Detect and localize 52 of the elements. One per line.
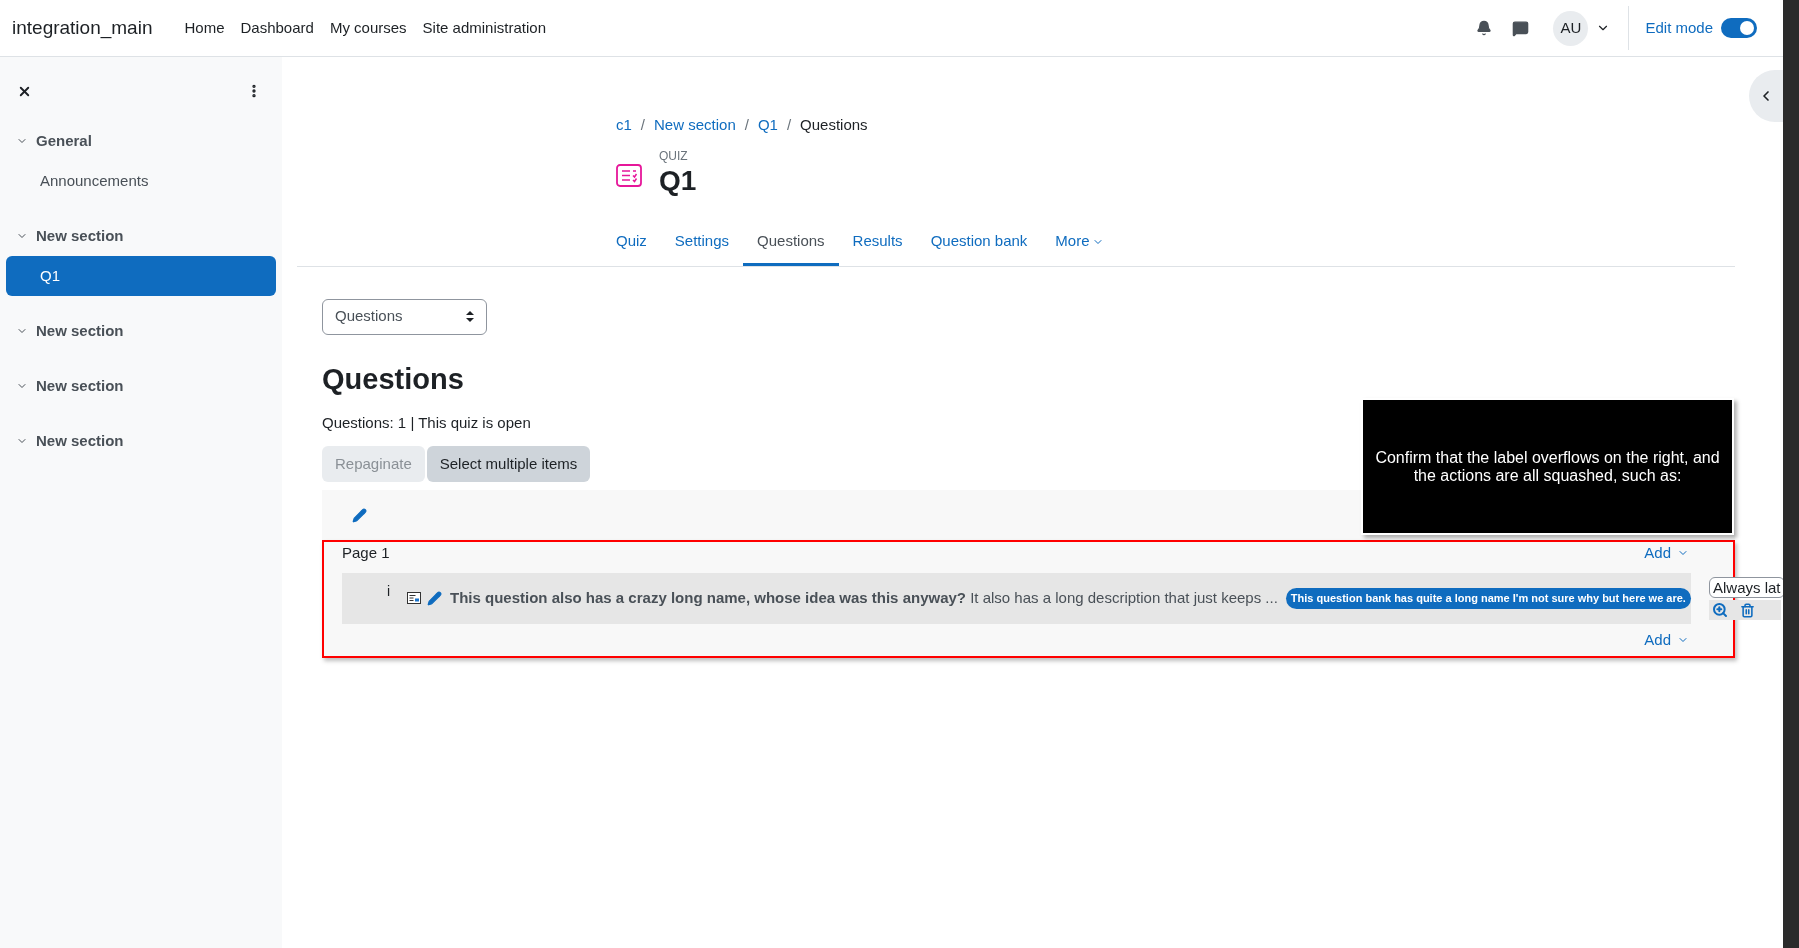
nav-tab[interactable]: Question bank [916,220,1042,266]
nav-tab[interactable]: More [1041,220,1118,266]
drawer-toggle[interactable] [1749,70,1783,122]
nav-link[interactable]: Site administration [422,16,546,40]
page-label: Page 1 [342,542,390,563]
preview-zoom-icon[interactable] [1712,602,1728,618]
annotation-note: Confirm that the label overflows on the right, and the actions are all squashed, such as: [1361,398,1734,535]
question-type-icon [407,592,421,605]
activity-type-label: QUIZ [659,147,689,165]
user-avatar[interactable]: AU [1553,10,1589,46]
nav-link[interactable]: My courses [329,16,407,40]
question-bank-badge: This question bank has quite a long name I'm not sure why but here we are. [1285,588,1691,609]
nav-link[interactable]: Dashboard [240,16,314,40]
breadcrumb-separator: / [640,115,645,135]
activity-link[interactable]: Q1 [6,256,276,296]
site-name[interactable]: integration_main [12,13,153,43]
edit-pencil-icon[interactable] [352,507,367,523]
notification-bell-icon[interactable] [1476,20,1493,36]
activity-link[interactable]: Announcements [6,161,276,201]
edit-pencil-icon[interactable] [427,590,442,606]
view-select[interactable]: Questions [322,298,487,335]
nav-link[interactable]: Home [184,16,225,40]
breadcrumb-item[interactable]: Q1 [757,114,778,137]
breadcrumb-item[interactable]: New section [654,114,736,137]
breadcrumb-separator: / [786,115,792,135]
edit-mode-toggle[interactable] [1721,18,1757,38]
breadcrumb-separator: / [744,115,749,135]
section-title[interactable]: New section [36,429,124,453]
nav-tab[interactable]: Results [838,220,917,266]
page-heading: Questions [322,361,465,397]
message-icon[interactable] [1512,19,1530,37]
quiz-icon [616,164,642,187]
nav-tab[interactable]: Questions [743,220,839,266]
action-button[interactable]: Select multiple items [426,446,591,482]
nav-tab[interactable]: Quiz [602,220,661,266]
add-menu-link[interactable]: Add [1644,541,1689,565]
breadcrumb-item: Questions [800,115,868,135]
section-title[interactable]: New section [36,319,124,343]
quiz-status-text: Questions: 1 | This quiz is open [322,412,532,433]
add-menu-link[interactable]: Add [1644,628,1689,652]
nav-tab[interactable]: Settings [660,220,744,266]
delete-trash-icon[interactable] [1740,602,1755,618]
edit-mode-label: Edit mode [1645,17,1713,38]
question-text: This question also has a crazy long name, whose idea was this anyway? It also has a long description that just keeps ... [450,588,1278,608]
section-title[interactable]: New section [36,374,124,398]
section-title[interactable]: New section [36,224,124,248]
question-number: i [387,582,392,601]
sort-arrows-icon [466,311,474,322]
section-title[interactable]: General [36,129,92,153]
version-select[interactable]: Always lat [1709,577,1785,598]
breadcrumb-item[interactable]: c1 [616,114,632,137]
activity-title: Q1 [659,164,697,197]
